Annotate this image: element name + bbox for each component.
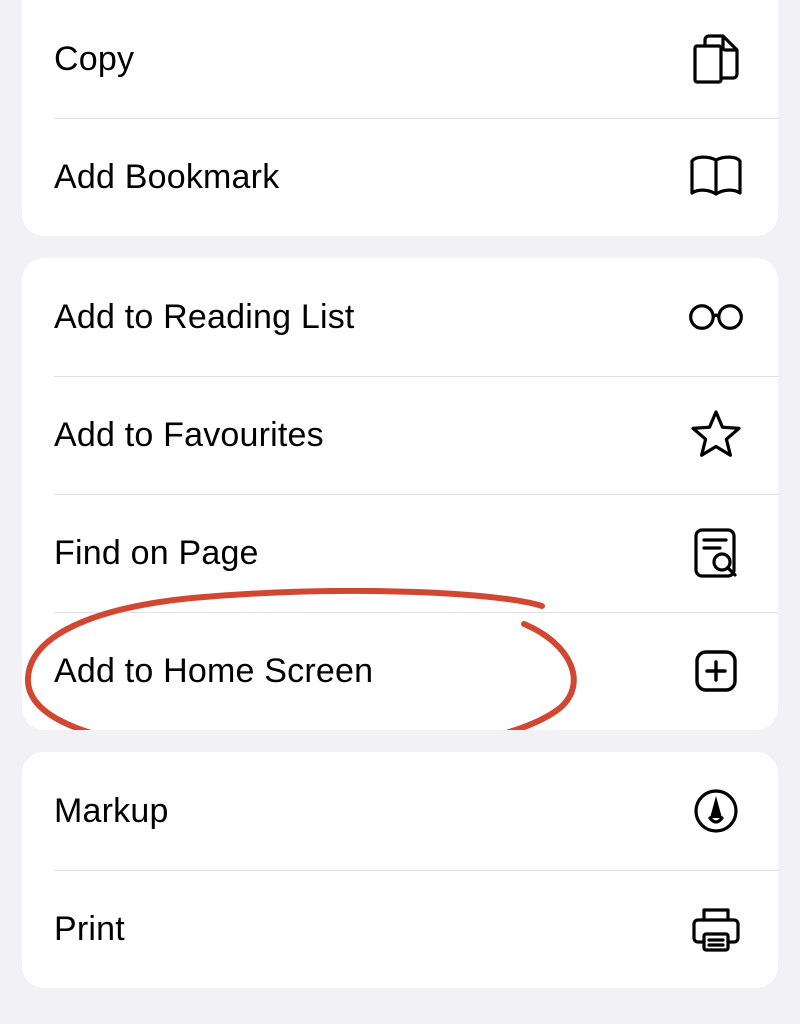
- menu-item-markup[interactable]: Markup: [22, 752, 778, 870]
- menu-item-print[interactable]: Print: [22, 870, 778, 988]
- menu-item-label: Add Bookmark: [54, 158, 279, 197]
- menu-item-label: Add to Home Screen: [54, 652, 373, 691]
- menu-item-copy[interactable]: Copy: [22, 0, 778, 118]
- printer-icon: [686, 899, 746, 959]
- glasses-icon: [686, 287, 746, 347]
- menu-item-label: Add to Favourites: [54, 416, 324, 455]
- menu-item-add-to-reading-list[interactable]: Add to Reading List: [22, 258, 778, 376]
- markup-icon: [686, 781, 746, 841]
- menu-item-label: Copy: [54, 40, 134, 79]
- menu-item-add-bookmark[interactable]: Add Bookmark: [22, 118, 778, 236]
- menu-item-label: Add to Reading List: [54, 298, 355, 337]
- menu-group: Add to Reading List Add to Favourites Fi…: [22, 258, 778, 730]
- menu-item-label: Print: [54, 910, 125, 949]
- menu-item-label: Find on Page: [54, 534, 259, 573]
- find-icon: [686, 523, 746, 583]
- plus-square-icon: [686, 641, 746, 701]
- bookmark-icon: [686, 147, 746, 207]
- menu-item-label: Markup: [54, 792, 169, 831]
- menu-item-add-to-favourites[interactable]: Add to Favourites: [22, 376, 778, 494]
- menu-group: Markup Print: [22, 752, 778, 988]
- menu-item-find-on-page[interactable]: Find on Page: [22, 494, 778, 612]
- menu-item-add-to-home-screen[interactable]: Add to Home Screen: [22, 612, 778, 730]
- menu-group: Copy Add Bookmark: [22, 0, 778, 236]
- copy-icon: [686, 29, 746, 89]
- star-icon: [686, 405, 746, 465]
